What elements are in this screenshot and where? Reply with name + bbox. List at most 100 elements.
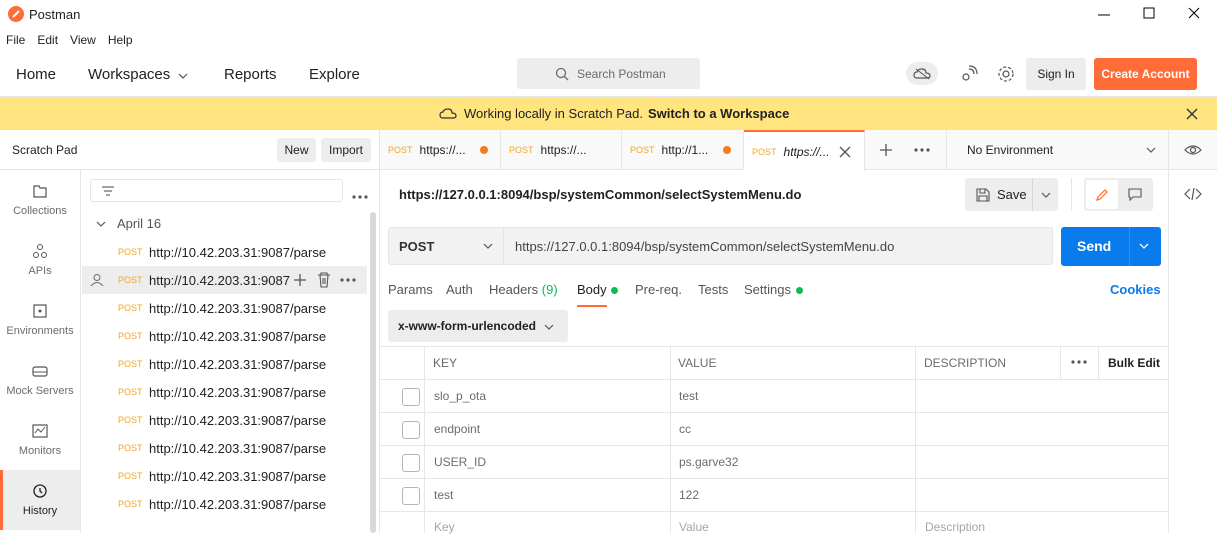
history-item[interactable]: POST http://10.42.203.31:9087/parse <box>82 490 367 518</box>
chevron-down-icon[interactable] <box>1040 190 1052 200</box>
row-checkbox[interactable] <box>402 421 420 439</box>
tabs-more-icon[interactable] <box>914 148 930 153</box>
postman-logo-icon <box>8 6 24 22</box>
nav-reports[interactable]: Reports <box>224 66 277 83</box>
row-checkbox[interactable] <box>402 388 420 406</box>
close-icon[interactable] <box>1186 107 1198 125</box>
body-type-select[interactable]: x-www-form-urlencoded <box>388 310 568 342</box>
history-item-hovered[interactable]: POST http://10.42.203.31:9087 <box>82 266 367 294</box>
nav-workspaces[interactable]: Workspaces <box>88 66 170 83</box>
history-scrollbar[interactable] <box>370 212 376 533</box>
history-item[interactable]: POST http://10.42.203.31:9087/parse <box>82 350 367 378</box>
search-input[interactable]: Search Postman <box>517 58 700 89</box>
new-tab-icon[interactable] <box>879 143 893 157</box>
satellite-icon[interactable] <box>960 65 978 88</box>
sidebar-item-collections[interactable]: Collections <box>0 170 80 230</box>
nav-home[interactable]: Home <box>16 66 56 83</box>
new-button[interactable]: New <box>277 138 316 162</box>
close-window-button[interactable] <box>1182 3 1206 23</box>
chevron-down-icon <box>544 324 554 330</box>
more-options-icon[interactable] <box>1071 360 1087 365</box>
menu-help[interactable]: Help <box>108 33 133 47</box>
tab-settings[interactable]: Settings <box>744 282 791 297</box>
gear-icon[interactable] <box>997 65 1015 88</box>
row-key[interactable]: slo_p_ota <box>434 389 486 403</box>
menu-view[interactable]: View <box>70 33 96 47</box>
sidebar-item-monitors[interactable]: Monitors <box>0 410 80 470</box>
chevron-down-icon[interactable] <box>177 68 189 86</box>
sign-in-button[interactable]: Sign In <box>1026 58 1086 90</box>
row-value[interactable]: ps.garve32 <box>679 455 738 469</box>
new-key-input[interactable]: Key <box>434 520 455 534</box>
send-button[interactable]: Send <box>1061 227 1161 266</box>
tab-headers[interactable]: Headers (9) <box>489 282 558 297</box>
row-key[interactable]: USER_ID <box>434 455 486 469</box>
code-icon[interactable] <box>1184 187 1202 201</box>
request-tab[interactable]: POST http://1... <box>622 130 744 170</box>
row-key[interactable]: endpoint <box>434 422 480 436</box>
more-options-icon[interactable] <box>340 278 356 283</box>
bulk-edit-button[interactable]: Bulk Edit <box>1108 356 1160 370</box>
history-item[interactable]: POST http://10.42.203.31:9087/parse <box>82 434 367 462</box>
url-input[interactable]: https://127.0.0.1:8094/bsp/systemCommon/… <box>515 239 894 254</box>
sidebar-item-history[interactable]: History <box>0 470 80 530</box>
row-checkbox[interactable] <box>402 454 420 472</box>
menu-file[interactable]: File <box>6 33 25 47</box>
history-group[interactable]: April 16 <box>95 216 161 231</box>
request-title[interactable]: https://127.0.0.1:8094/bsp/systemCommon/… <box>399 187 801 202</box>
row-value[interactable]: 122 <box>679 488 699 502</box>
chevron-down-icon[interactable] <box>1138 241 1150 251</box>
tab-params[interactable]: Params <box>388 282 433 297</box>
row-checkbox[interactable] <box>402 487 420 505</box>
new-description-input[interactable]: Description <box>925 520 985 534</box>
sidebar-item-mock-servers[interactable]: Mock Servers <box>0 350 80 410</box>
comment-icon[interactable] <box>1128 188 1142 201</box>
history-item[interactable]: POST http://10.42.203.31:9087/parse <box>82 238 367 266</box>
history-item[interactable]: POST http://10.42.203.31:9087/parse <box>82 462 367 490</box>
col-header-description: DESCRIPTION <box>924 356 1007 370</box>
history-item[interactable]: POST http://10.42.203.31:9087/parse <box>82 294 367 322</box>
add-icon[interactable] <box>293 273 307 287</box>
nav-explore[interactable]: Explore <box>309 66 360 83</box>
eye-icon[interactable] <box>1184 143 1202 157</box>
switch-workspace-link[interactable]: Switch to a Workspace <box>648 106 789 121</box>
create-account-button[interactable]: Create Account <box>1094 58 1197 90</box>
new-value-input[interactable]: Value <box>679 520 709 534</box>
tab-auth[interactable]: Auth <box>446 282 473 297</box>
menu-edit[interactable]: Edit <box>37 33 58 47</box>
collections-icon <box>33 185 47 198</box>
chevron-down-icon[interactable] <box>482 241 494 251</box>
edit-button[interactable] <box>1086 180 1118 209</box>
request-tab-active[interactable]: POST https://... <box>744 130 865 171</box>
history-item[interactable]: POST http://10.42.203.31:9087/parse <box>82 378 367 406</box>
scratchpad-banner: Working locally in Scratch Pad. Switch t… <box>0 97 1217 130</box>
environment-select[interactable]: No Environment <box>967 143 1053 157</box>
tab-body[interactable]: Body <box>577 282 607 307</box>
request-tab[interactable]: POST https://... <box>501 130 622 170</box>
import-button[interactable]: Import <box>321 138 371 162</box>
trash-icon[interactable] <box>317 272 331 288</box>
chevron-down-icon[interactable] <box>1145 145 1157 155</box>
row-value[interactable]: cc <box>679 422 691 436</box>
history-item[interactable]: POST http://10.42.203.31:9087/parse <box>82 406 367 434</box>
cloud-sync-icon[interactable] <box>906 62 938 85</box>
method-select[interactable]: POST <box>399 239 434 254</box>
close-tab-icon[interactable] <box>839 146 851 158</box>
row-value[interactable]: test <box>679 389 698 403</box>
sidebar-item-apis[interactable]: APIs <box>0 230 80 290</box>
history-filter-input[interactable] <box>90 179 343 202</box>
minimize-button[interactable] <box>1092 8 1116 22</box>
url-bar: POST https://127.0.0.1:8094/bsp/systemCo… <box>388 227 1053 265</box>
cookies-link[interactable]: Cookies <box>1110 282 1161 297</box>
request-tab[interactable]: POST https://... <box>380 130 501 170</box>
tab-tests[interactable]: Tests <box>698 282 728 297</box>
tab-prereq[interactable]: Pre-req. <box>635 282 682 297</box>
monitors-icon <box>32 424 48 438</box>
row-key[interactable]: test <box>434 488 453 502</box>
save-button[interactable]: Save <box>965 178 1058 211</box>
history-item[interactable]: POST http://10.42.203.31:9087/parse <box>82 322 367 350</box>
maximize-button[interactable] <box>1137 3 1161 23</box>
more-options-icon[interactable] <box>352 187 368 205</box>
sidebar-item-environments[interactable]: Environments <box>0 290 80 350</box>
col-header-key: KEY <box>433 356 458 370</box>
